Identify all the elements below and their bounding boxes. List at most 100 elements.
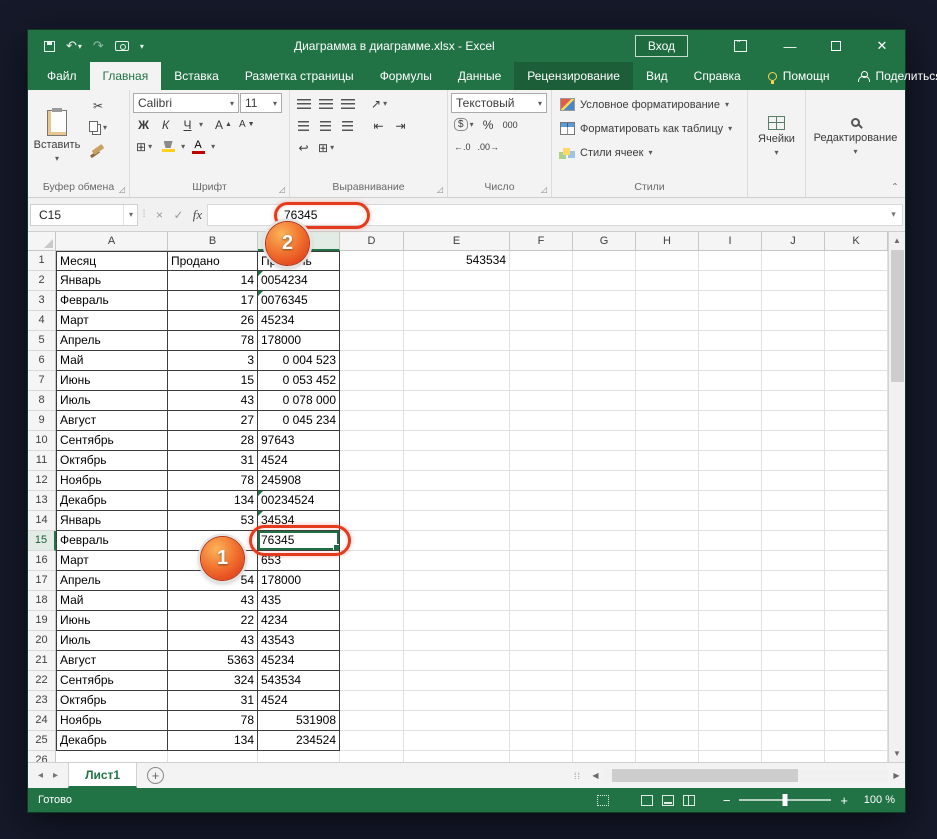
cell-K2[interactable]	[825, 271, 888, 291]
tab-Файл[interactable]: Файл	[34, 62, 90, 90]
row-header-14[interactable]: 14	[28, 511, 56, 531]
cell-F25[interactable]	[510, 731, 573, 751]
cell-H26[interactable]	[636, 751, 699, 762]
cell-I19[interactable]	[699, 611, 762, 631]
cell-K24[interactable]	[825, 711, 888, 731]
tab-Разметка страницы[interactable]: Разметка страницы	[232, 62, 367, 90]
normal-view-icon[interactable]	[641, 795, 653, 806]
cell-J10[interactable]	[762, 431, 825, 451]
cell-H4[interactable]	[636, 311, 699, 331]
cell-C26[interactable]	[258, 751, 340, 762]
cell-I13[interactable]	[699, 491, 762, 511]
cell-J13[interactable]	[762, 491, 825, 511]
select-all-corner[interactable]	[28, 232, 56, 251]
dialog-launcher-icon[interactable]: ◿	[541, 182, 547, 197]
tab-Главная[interactable]: Главная	[90, 62, 162, 90]
cell-K16[interactable]	[825, 551, 888, 571]
cell-F10[interactable]	[510, 431, 573, 451]
row-header-21[interactable]: 21	[28, 651, 56, 671]
cell-H14[interactable]	[636, 511, 699, 531]
row-header-3[interactable]: 3	[28, 291, 56, 311]
cell-A13[interactable]: Декабрь	[56, 491, 168, 511]
column-header-D[interactable]: D	[340, 232, 404, 251]
cell-B19[interactable]: 22	[168, 611, 258, 631]
cell-J16[interactable]	[762, 551, 825, 571]
scroll-right-icon[interactable]: ▶	[888, 763, 905, 788]
cell-F19[interactable]	[510, 611, 573, 631]
row-header-6[interactable]: 6	[28, 351, 56, 371]
cell-G6[interactable]	[573, 351, 636, 371]
sign-in-button[interactable]: Вход	[635, 35, 688, 57]
cell-A25[interactable]: Декабрь	[56, 731, 168, 751]
column-header-A[interactable]: A	[56, 232, 168, 251]
cell-G4[interactable]	[573, 311, 636, 331]
align-left-button[interactable]	[293, 115, 314, 136]
cell-H2[interactable]	[636, 271, 699, 291]
cell-B3[interactable]: 17	[168, 291, 258, 311]
cell-J25[interactable]	[762, 731, 825, 751]
save-button[interactable]	[44, 41, 55, 52]
format-as-table-button[interactable]: Форматировать как таблицу ▾	[555, 117, 744, 140]
cell-G21[interactable]	[573, 651, 636, 671]
cell-D16[interactable]	[340, 551, 404, 571]
cell-E8[interactable]	[404, 391, 510, 411]
cell-E24[interactable]	[404, 711, 510, 731]
cell-D5[interactable]	[340, 331, 404, 351]
cell-J18[interactable]	[762, 591, 825, 611]
prev-sheet-icon[interactable]: ◂	[38, 770, 43, 781]
cell-J12[interactable]	[762, 471, 825, 491]
align-top-button[interactable]	[293, 93, 314, 114]
cell-A1[interactable]: Месяц	[56, 251, 168, 271]
cell-D18[interactable]	[340, 591, 404, 611]
row-header-23[interactable]: 23	[28, 691, 56, 711]
cell-A19[interactable]: Июнь	[56, 611, 168, 631]
cell-B6[interactable]: 3	[168, 351, 258, 371]
cell-G23[interactable]	[573, 691, 636, 711]
cell-F21[interactable]	[510, 651, 573, 671]
fill-color-button[interactable]	[156, 136, 180, 157]
zoom-slider-thumb[interactable]	[783, 794, 788, 806]
cell-B14[interactable]: 53	[168, 511, 258, 531]
cell-D21[interactable]	[340, 651, 404, 671]
cell-F15[interactable]	[510, 531, 573, 551]
cell-H13[interactable]	[636, 491, 699, 511]
cell-F23[interactable]	[510, 691, 573, 711]
cell-B1[interactable]: Продано	[168, 251, 258, 271]
cell-G5[interactable]	[573, 331, 636, 351]
row-header-7[interactable]: 7	[28, 371, 56, 391]
cell-D19[interactable]	[340, 611, 404, 631]
cell-I15[interactable]	[699, 531, 762, 551]
scroll-up-icon[interactable]: ▲	[889, 232, 905, 249]
cell-A21[interactable]: Август	[56, 651, 168, 671]
wrap-text-button[interactable]: ↩	[293, 137, 314, 158]
italic-button[interactable]: К	[155, 114, 176, 135]
cell-J8[interactable]	[762, 391, 825, 411]
cell-E12[interactable]	[404, 471, 510, 491]
cell-J19[interactable]	[762, 611, 825, 631]
cell-J24[interactable]	[762, 711, 825, 731]
cell-H3[interactable]	[636, 291, 699, 311]
cell-E21[interactable]	[404, 651, 510, 671]
cell-D10[interactable]	[340, 431, 404, 451]
vertical-scrollbar[interactable]: ▲ ▼	[888, 232, 905, 762]
cell-J2[interactable]	[762, 271, 825, 291]
cell-K3[interactable]	[825, 291, 888, 311]
decrease-indent-button[interactable]: ⇤	[368, 115, 389, 136]
borders-button[interactable]: ⊞▾	[133, 136, 155, 157]
cell-B12[interactable]: 78	[168, 471, 258, 491]
dialog-launcher-icon[interactable]: ◿	[437, 182, 443, 197]
zoom-level[interactable]: 100 %	[857, 794, 895, 806]
cell-B22[interactable]: 324	[168, 671, 258, 691]
cell-G8[interactable]	[573, 391, 636, 411]
cell-I24[interactable]	[699, 711, 762, 731]
cell-C7[interactable]: 0 053 452	[258, 371, 340, 391]
cell-D24[interactable]	[340, 711, 404, 731]
cell-G7[interactable]	[573, 371, 636, 391]
scroll-left-icon[interactable]: ◀	[587, 763, 604, 788]
underline-button[interactable]: Ч	[177, 114, 198, 135]
cell-D8[interactable]	[340, 391, 404, 411]
cell-I12[interactable]	[699, 471, 762, 491]
currency-format-button[interactable]: $▾	[451, 114, 477, 135]
cell-I23[interactable]	[699, 691, 762, 711]
cell-C19[interactable]: 4234	[258, 611, 340, 631]
